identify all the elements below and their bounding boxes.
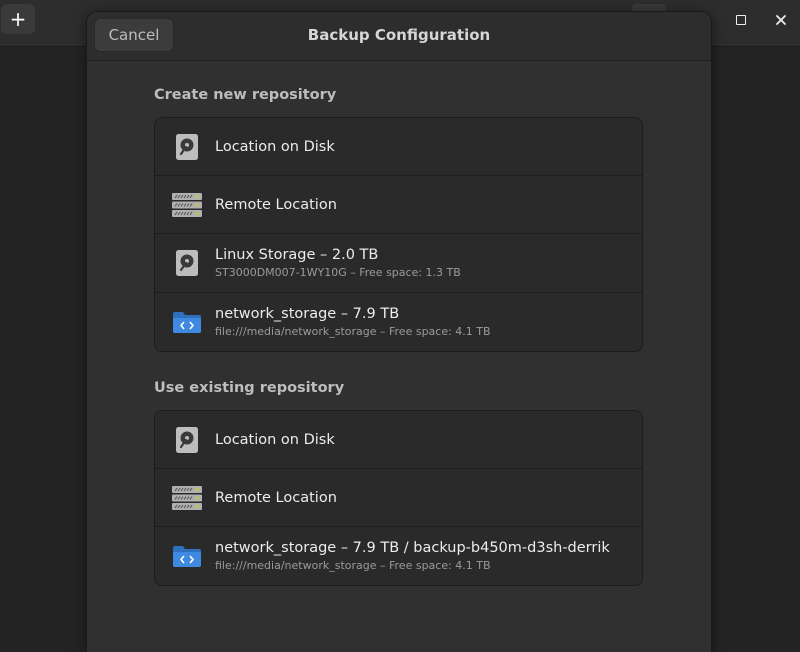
- server-icon: [172, 483, 202, 513]
- dialog-headerbar: Backup Configuration Cancel: [87, 12, 711, 61]
- create-network-storage-row[interactable]: network_storage – 7.9 TB file:///media/n…: [155, 293, 642, 351]
- close-button[interactable]: [771, 10, 791, 30]
- create-section-title: Create new repository: [154, 87, 337, 103]
- network-folder-icon: [172, 541, 202, 571]
- row-title: Remote Location: [215, 196, 337, 213]
- row-title: Location on Disk: [215, 431, 335, 448]
- create-remote-location-row[interactable]: Remote Location: [155, 176, 642, 234]
- row-subtitle: file:///media/network_storage – Free spa…: [215, 325, 491, 338]
- row-subtitle: ST3000DM007-1WY10G – Free space: 1.3 TB: [215, 266, 461, 279]
- row-text: Location on Disk: [215, 139, 630, 155]
- row-title: network_storage – 7.9 TB: [215, 306, 400, 322]
- row-title: Linux Storage – 2.0 TB: [215, 247, 379, 263]
- existing-repository-list: Location on Disk Remote Location network…: [154, 410, 643, 586]
- create-repository-list: Location on Disk Remote Location Linux S…: [154, 117, 643, 352]
- network-folder-icon: [172, 307, 202, 337]
- disk-icon: [172, 248, 202, 278]
- row-subtitle: file:///media/network_storage – Free spa…: [215, 559, 491, 572]
- existing-location-on-disk-row[interactable]: Location on Disk: [155, 411, 642, 469]
- disk-icon: [172, 425, 202, 455]
- row-title: Remote Location: [215, 489, 337, 506]
- cancel-button[interactable]: Cancel: [94, 18, 174, 52]
- row-title: network_storage – 7.9 TB / backup-b450m-…: [215, 540, 610, 556]
- existing-section-title: Use existing repository: [154, 380, 345, 396]
- add-button[interactable]: +: [1, 4, 35, 34]
- row-text: network_storage – 7.9 TB / backup-b450m-…: [215, 540, 630, 572]
- row-text: Remote Location: [215, 197, 630, 213]
- create-location-on-disk-row[interactable]: Location on Disk: [155, 118, 642, 176]
- row-text: network_storage – 7.9 TB file:///media/n…: [215, 306, 630, 338]
- backup-configuration-dialog: Backup Configuration Cancel Create new r…: [87, 12, 711, 652]
- server-icon: [172, 190, 202, 220]
- dialog-title: Backup Configuration: [307, 26, 491, 44]
- existing-network-storage-row[interactable]: network_storage – 7.9 TB / backup-b450m-…: [155, 527, 642, 585]
- maximize-icon: [736, 15, 746, 25]
- existing-remote-location-row[interactable]: Remote Location: [155, 469, 642, 527]
- maximize-button[interactable]: [731, 10, 751, 30]
- row-text: Linux Storage – 2.0 TB ST3000DM007-1WY10…: [215, 247, 630, 279]
- row-text: Location on Disk: [215, 432, 630, 448]
- row-title: Location on Disk: [215, 138, 335, 155]
- create-linux-storage-row[interactable]: Linux Storage – 2.0 TB ST3000DM007-1WY10…: [155, 234, 642, 293]
- row-text: Remote Location: [215, 490, 630, 506]
- disk-icon: [172, 132, 202, 162]
- close-icon: [776, 15, 786, 25]
